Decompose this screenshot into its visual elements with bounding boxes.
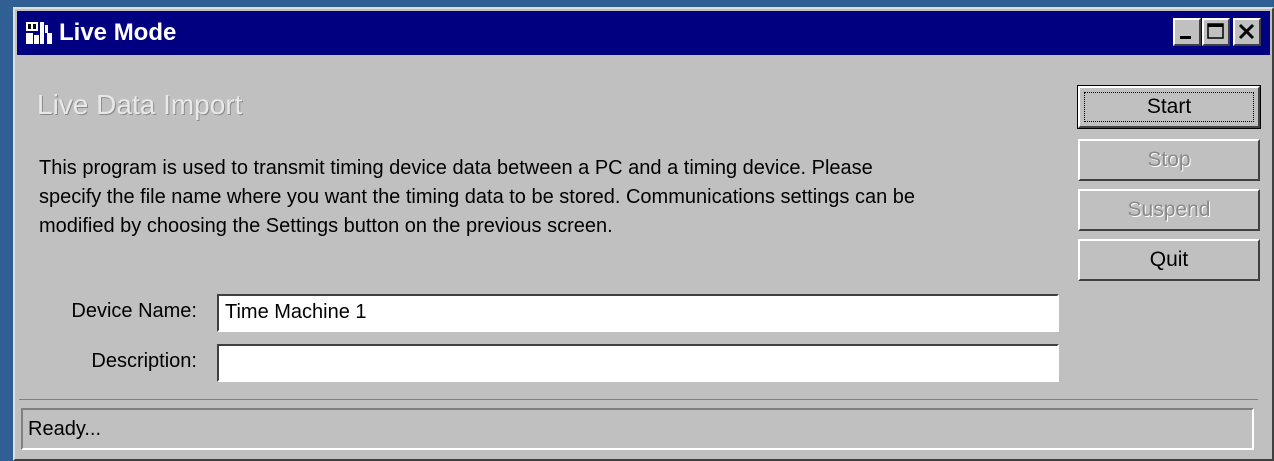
minimize-icon (1180, 36, 1191, 39)
description-line: This program is used to transmit timing … (39, 157, 873, 179)
live-mode-window: Live Mode Live Data Import This program … (13, 7, 1274, 461)
stop-button: Stop (1078, 139, 1260, 181)
description-label: Description: (91, 350, 197, 372)
minimize-button[interactable] (1173, 18, 1201, 46)
page-title: Live Data Import (37, 89, 243, 120)
description-line: specify the file name where you want the… (39, 186, 916, 208)
quit-button-label: Quit (1149, 248, 1189, 271)
window-title: Live Mode (59, 19, 177, 46)
status-text: Ready... (28, 418, 101, 440)
quit-button[interactable]: Quit (1078, 239, 1260, 281)
suspend-button: Suspend (1078, 189, 1260, 231)
maximize-button[interactable] (1202, 18, 1230, 46)
title-bar[interactable]: Live Mode (17, 11, 1270, 55)
description-text: This program is used to transmit timing … (39, 154, 1079, 241)
device-name-label: Device Name: (71, 300, 197, 322)
status-bar: Ready... (21, 408, 1254, 450)
description-field[interactable] (217, 344, 1059, 382)
description-line: modified by choosing the Settings button… (39, 215, 613, 237)
app-icon (24, 19, 54, 47)
suspend-button-label: Suspend (1127, 198, 1211, 221)
close-icon (1238, 23, 1255, 40)
maximize-icon (1207, 23, 1224, 39)
close-button[interactable] (1233, 18, 1261, 46)
status-separator (19, 399, 1258, 400)
device-name-field[interactable]: Time Machine 1 (217, 294, 1059, 332)
start-button[interactable]: Start (1077, 85, 1261, 129)
stop-button-label: Stop (1147, 148, 1191, 171)
start-button-label: Start (1084, 92, 1254, 122)
